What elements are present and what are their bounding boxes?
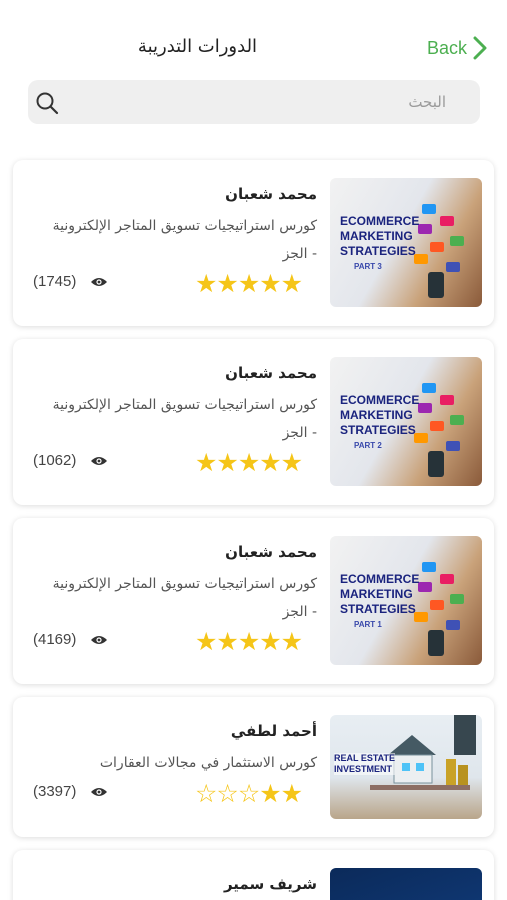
course-card[interactable]: ECOMMERCE MARKETING STRATEGIES PART 2 مح… xyxy=(13,339,494,505)
course-author: محمد شعبان xyxy=(225,543,317,561)
back-label: Back xyxy=(427,37,468,58)
course-card[interactable]: ECOMMERCE MARKETING STRATEGIES PART 1 مح… xyxy=(13,518,494,684)
views-counter: (4169) xyxy=(33,631,108,648)
views-count: (1745) xyxy=(33,273,77,290)
app-header: Back الدورات التدريبة xyxy=(0,0,507,80)
thumbnail-title: ECOMMERCE MARKETING STRATEGIES PART 1 xyxy=(340,572,420,629)
course-list: ECOMMERCE MARKETING STRATEGIES PART 3 مح… xyxy=(13,160,494,900)
views-count: (4169) xyxy=(33,631,77,648)
rating-stars: ★★★★★ xyxy=(195,269,303,298)
eye-icon xyxy=(91,277,108,286)
course-card[interactable]: ECOMMERCE MARKETING STRATEGIES PART 3 مح… xyxy=(13,160,494,326)
course-title: كورس الاستثمار في مجالات العقارات xyxy=(99,755,317,771)
course-author: شريف سمير xyxy=(223,875,317,893)
course-card[interactable]: شريف سمير xyxy=(13,850,494,900)
back-button[interactable]: Back xyxy=(427,36,487,60)
course-title: كورس استراتيجيات تسويق المتاجر الإلكترون… xyxy=(52,397,317,441)
views-count: (3397) xyxy=(33,783,77,800)
course-title: كورس استراتيجيات تسويق المتاجر الإلكترون… xyxy=(52,576,317,620)
rating-stars: ☆☆☆★★ xyxy=(195,779,303,808)
course-thumbnail: ECOMMERCE MARKETING STRATEGIES PART 1 xyxy=(330,536,482,665)
views-count: (1062) xyxy=(33,452,77,469)
course-author: أحمد لطفي xyxy=(230,722,317,740)
rating-stars: ★★★★★ xyxy=(195,448,303,477)
views-counter: (1745) xyxy=(33,273,108,290)
course-card[interactable]: REAL ESTATE INVESTMENT أحمد لطفي كورس ال… xyxy=(13,697,494,837)
course-author: محمد شعبان xyxy=(225,364,317,382)
page-title: الدورات التدريبة xyxy=(137,36,258,57)
thumbnail-title: REAL ESTATE INVESTMENT xyxy=(334,753,396,775)
eye-icon xyxy=(91,787,108,796)
views-counter: (1062) xyxy=(33,452,108,469)
course-thumbnail xyxy=(330,868,482,900)
thumbnail-title: ECOMMERCE MARKETING STRATEGIES PART 3 xyxy=(340,214,420,271)
search-input[interactable] xyxy=(84,86,472,118)
chevron-right-icon xyxy=(473,36,487,60)
views-counter: (3397) xyxy=(33,783,108,800)
rating-stars: ★★★★★ xyxy=(195,627,303,656)
search-icon[interactable] xyxy=(35,91,59,115)
course-author: محمد شعبان xyxy=(225,185,317,203)
eye-icon xyxy=(91,635,108,644)
course-thumbnail: ECOMMERCE MARKETING STRATEGIES PART 3 xyxy=(330,178,482,307)
search-bar[interactable] xyxy=(28,80,480,124)
thumbnail-title: ECOMMERCE MARKETING STRATEGIES PART 2 xyxy=(340,393,420,450)
course-thumbnail: REAL ESTATE INVESTMENT xyxy=(330,715,482,819)
eye-icon xyxy=(91,456,108,465)
course-thumbnail: ECOMMERCE MARKETING STRATEGIES PART 2 xyxy=(330,357,482,486)
course-title: كورس استراتيجيات تسويق المتاجر الإلكترون… xyxy=(52,218,317,262)
